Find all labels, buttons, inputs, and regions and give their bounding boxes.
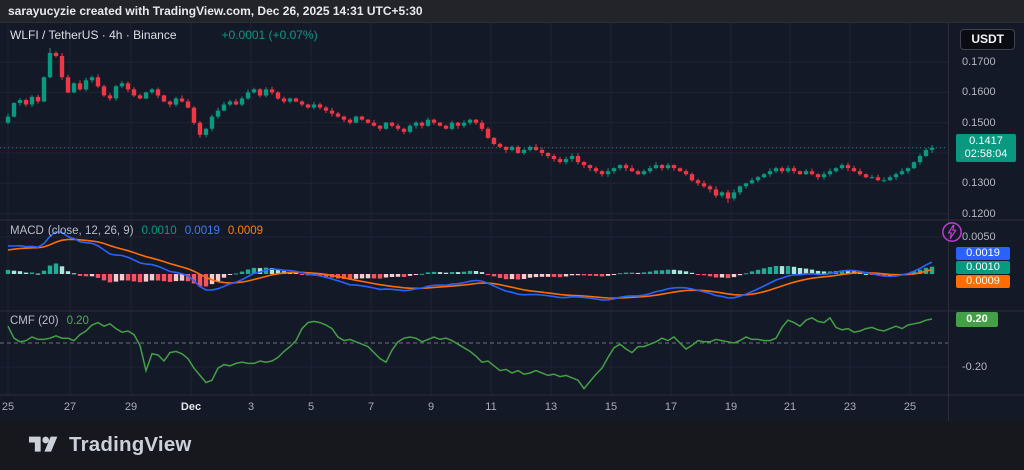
cmf-badge: 0.20 [956,312,998,327]
macd-title: MACD [10,225,44,237]
current-price-badge: 0.1417 02:58:04 [956,134,1016,162]
currency-usdt-button[interactable]: USDT [960,29,1015,50]
chart-area[interactable]: WLFI / TetherUS · 4h · Binance +0.0001 (… [0,22,1024,420]
macd-value-1: 0.0019 [185,225,220,237]
cmf-title: CMF (20) [10,315,59,327]
macd-badge-2: 0.0009 [956,275,1010,288]
footer-bar: TradingView [0,420,1024,470]
price-change: +0.0001 (+0.07%) [222,28,318,42]
macd-legend[interactable]: MACD (close, 12, 26, 9) 0.00100.00190.00… [10,225,263,237]
time-axis-label: 7 [368,401,374,413]
time-axis-label: 29 [125,401,137,413]
price-scale-label: 0.1600 [962,85,996,99]
macd-badge-0: 0.0019 [956,247,1010,260]
macd-value-2: 0.0009 [228,225,263,237]
time-axis-label: Dec [181,401,201,413]
time-axis-label: 3 [248,401,254,413]
time-axis-label: 13 [545,401,557,413]
attribution-text: sarayucyzie created with TradingView.com… [8,4,423,18]
time-axis-label: 15 [605,401,617,413]
price-scale-label: 0.1200 [962,207,996,221]
tradingview-snapshot: { "attribution": { "text": "sarayucyzie … [0,0,1024,470]
time-axis-label: 27 [64,401,76,413]
cmf-legend[interactable]: CMF (20) 0.20 [10,315,89,327]
chart-svg[interactable] [0,23,1024,421]
price-scale-label: 0.1300 [962,176,996,190]
time-axis-label: 5 [308,401,314,413]
attribution-bar: sarayucyzie created with TradingView.com… [0,0,1024,22]
time-axis-label: 21 [784,401,796,413]
symbol-header: WLFI / TetherUS · 4h · Binance +0.0001 (… [10,28,318,42]
tradingview-logo-text[interactable]: TradingView [69,433,192,457]
bar-countdown: 02:58:04 [956,148,1016,161]
current-price: 0.1417 [956,135,1016,148]
macd-value-0: 0.0010 [142,225,177,237]
macd-values: 0.0010 0.0019 0.0009 [142,225,264,237]
time-axis-label: 9 [428,401,434,413]
time-axis-label: 25 [904,401,916,413]
cmf-value: 0.20 [67,315,89,327]
macd-params: (close, 12, 26, 9) [48,225,134,237]
flash-boost-icon[interactable] [941,221,963,243]
price-scale-label: 0.1500 [962,116,996,130]
tradingview-logo-icon[interactable] [29,433,59,457]
time-axis-label: 17 [665,401,677,413]
time-axis-label: 19 [725,401,737,413]
time-axis-label: 11 [485,401,496,413]
cmf-scale-label-neg: -0.20 [962,360,987,374]
symbol-title[interactable]: WLFI / TetherUS · 4h · Binance [10,28,177,42]
time-axis-label: 25 [2,401,14,413]
price-scale-label: 0.1700 [962,55,996,69]
time-axis-label: 23 [844,401,856,413]
macd-badge-1: 0.0010 [956,261,1010,274]
macd-scale-label: 0.0050 [962,230,996,244]
